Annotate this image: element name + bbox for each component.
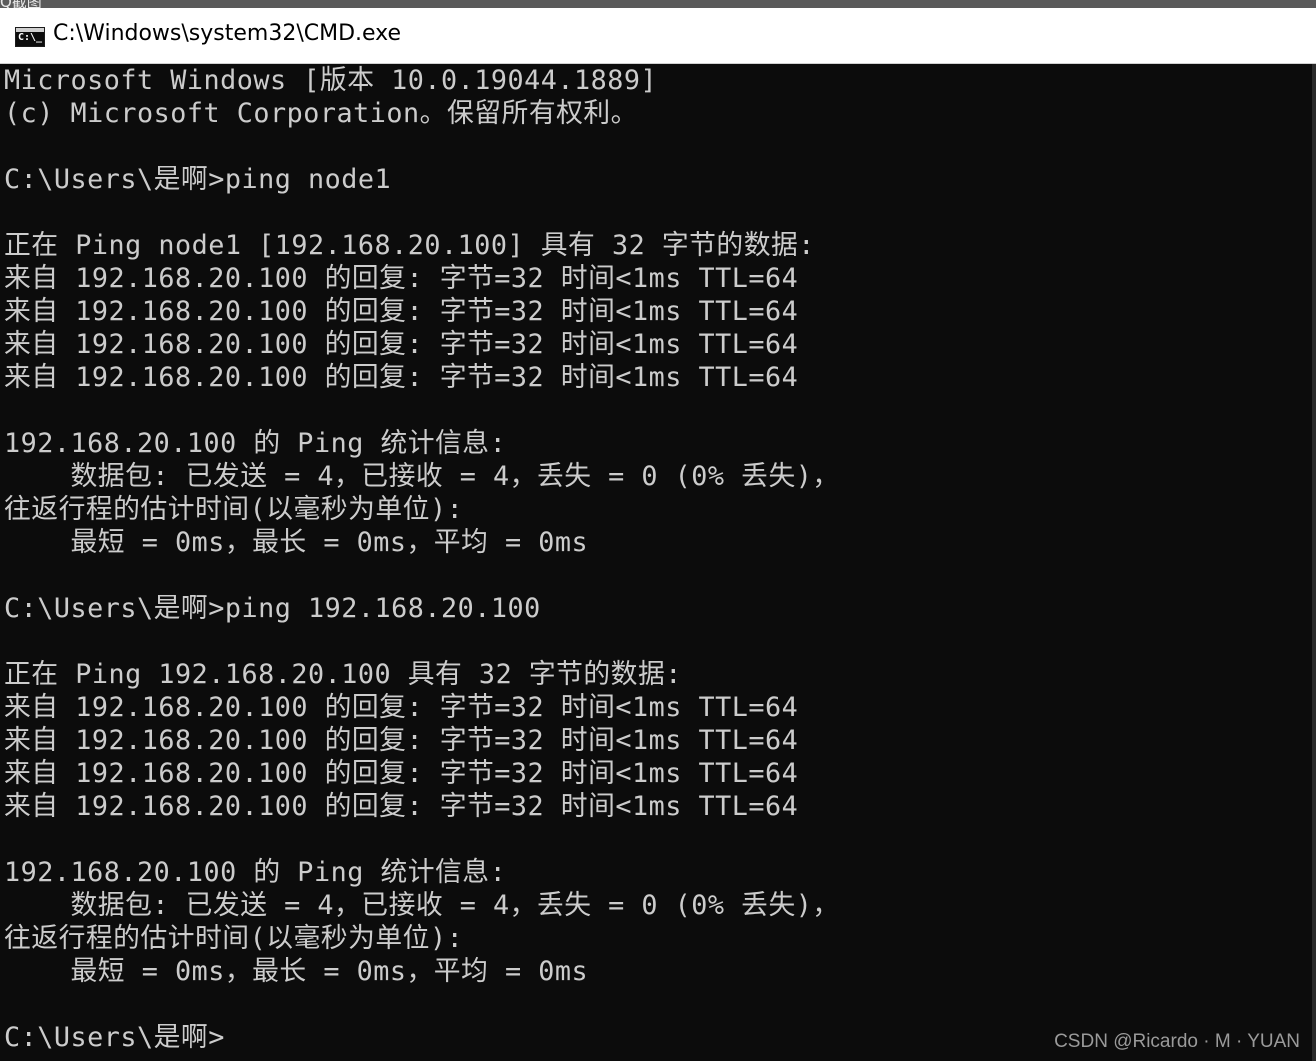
screenshot-tool-strip: Q截图	[0, 0, 1316, 8]
console-line: 往返行程的估计时间(以毫秒为单位):	[4, 494, 464, 525]
cmd-icon-glyph: C:\_	[18, 32, 43, 43]
console-line: (c) Microsoft Corporation。保留所有权利。	[4, 98, 638, 129]
console-line: 192.168.20.100 的 Ping 统计信息:	[4, 428, 507, 459]
console-line: 来自 192.168.20.100 的回复: 字节=32 时间<1ms TTL=…	[4, 329, 799, 360]
console-line: Microsoft Windows [版本 10.0.19044.1889]	[4, 65, 658, 96]
console-line: 来自 192.168.20.100 的回复: 字节=32 时间<1ms TTL=…	[4, 725, 799, 756]
console-line: 来自 192.168.20.100 的回复: 字节=32 时间<1ms TTL=…	[4, 263, 799, 294]
window-right-border	[1312, 64, 1316, 1061]
console-line: 来自 192.168.20.100 的回复: 字节=32 时间<1ms TTL=…	[4, 758, 799, 789]
screenshot-tool-label: Q截图	[0, 0, 42, 8]
console-line: 来自 192.168.20.100 的回复: 字节=32 时间<1ms TTL=…	[4, 791, 799, 822]
console-line: 数据包: 已发送 = 4，已接收 = 4，丢失 = 0 (0% 丢失)，	[4, 890, 840, 921]
console-line: 往返行程的估计时间(以毫秒为单位):	[4, 923, 464, 954]
cmd-window: Q截图 C:\_ C:\Windows\system32\CMD.exe Mic…	[0, 0, 1316, 1061]
console-line: C:\Users\是啊>ping 192.168.20.100	[4, 593, 541, 624]
console-line: 来自 192.168.20.100 的回复: 字节=32 时间<1ms TTL=…	[4, 692, 799, 723]
console-line: 192.168.20.100 的 Ping 统计信息:	[4, 857, 507, 888]
title-bar[interactable]: C:\_ C:\Windows\system32\CMD.exe	[0, 8, 1316, 64]
cmd-icon[interactable]: C:\_	[15, 27, 45, 47]
console-line: 正在 Ping node1 [192.168.20.100] 具有 32 字节的…	[4, 230, 815, 261]
console-line: 最短 = 0ms，最长 = 0ms，平均 = 0ms	[4, 527, 589, 558]
window-title: C:\Windows\system32\CMD.exe	[53, 21, 402, 46]
console-line: 最短 = 0ms，最长 = 0ms，平均 = 0ms	[4, 956, 589, 987]
watermark: CSDN @Ricardo · M · YUAN	[1054, 1031, 1300, 1052]
console-output[interactable]: Microsoft Windows [版本 10.0.19044.1889] (c…	[4, 64, 1304, 1054]
console-line: 正在 Ping 192.168.20.100 具有 32 字节的数据:	[4, 659, 682, 690]
console-line: 来自 192.168.20.100 的回复: 字节=32 时间<1ms TTL=…	[4, 362, 799, 393]
console-line: 数据包: 已发送 = 4，已接收 = 4，丢失 = 0 (0% 丢失)，	[4, 461, 840, 492]
console-line: 来自 192.168.20.100 的回复: 字节=32 时间<1ms TTL=…	[4, 296, 799, 327]
console-line: C:\Users\是啊>ping node1	[4, 164, 392, 195]
